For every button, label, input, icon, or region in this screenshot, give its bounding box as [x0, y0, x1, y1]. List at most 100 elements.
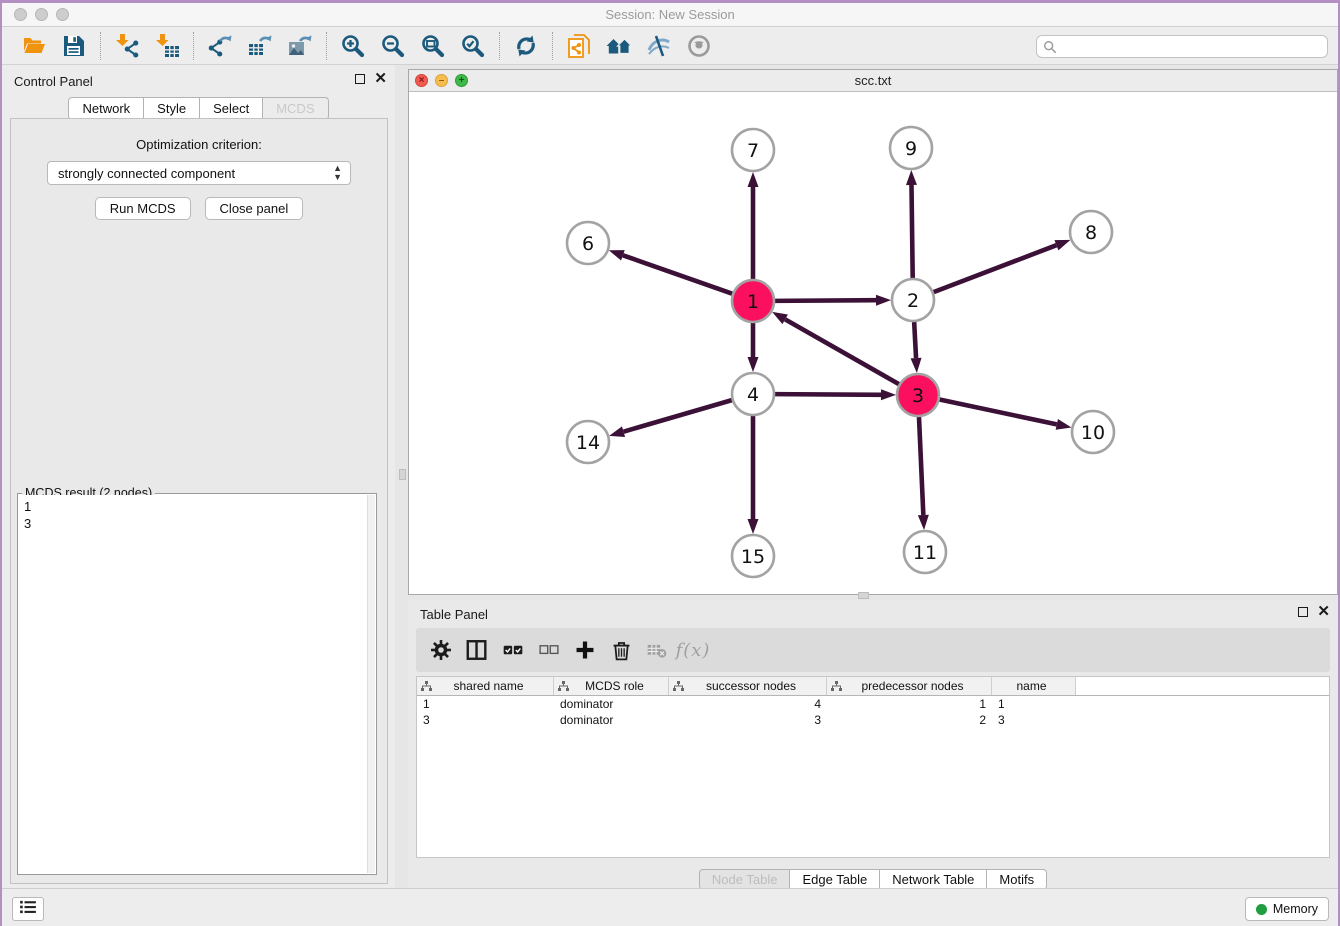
node-table: shared nameMCDS rolesuccessor nodesprede… [416, 676, 1330, 858]
save-session-icon[interactable] [54, 31, 94, 61]
run-mcds-button[interactable]: Run MCDS [95, 197, 191, 220]
splitter-grip-vertical[interactable] [399, 469, 406, 480]
mcds-result-item: 1 [24, 498, 362, 515]
graph-node-8[interactable]: 8 [1070, 211, 1112, 253]
first-neighbors-icon[interactable] [599, 31, 639, 61]
memory-label: Memory [1273, 902, 1318, 916]
graph-node-14[interactable]: 14 [567, 421, 609, 463]
graph-edge-2-8[interactable] [934, 240, 1071, 292]
control-panel-title: Control Panel [14, 74, 93, 89]
add-column-icon[interactable] [570, 635, 600, 665]
hide-selected-icon[interactable] [639, 31, 679, 61]
toolbar-separator [326, 32, 327, 60]
column-header-MCDS-role[interactable]: MCDS role [554, 677, 669, 695]
main-toolbar [2, 27, 1338, 65]
splitter-grip-horizontal[interactable] [858, 592, 869, 599]
refresh-layout-icon[interactable] [506, 31, 546, 61]
table-cell: 1 [992, 696, 1076, 712]
graph-node-6[interactable]: 6 [567, 222, 609, 264]
zoom-out-icon[interactable] [373, 31, 413, 61]
show-columns-icon[interactable] [462, 635, 492, 665]
graph-node-9[interactable]: 9 [890, 127, 932, 169]
export-image-icon[interactable] [280, 31, 320, 61]
window-title: Session: New Session [2, 7, 1338, 22]
table-row[interactable]: 1dominator411 [417, 696, 1329, 712]
graph-edge-1-2[interactable] [775, 295, 891, 306]
svg-text:7: 7 [747, 140, 759, 162]
network-canvas[interactable]: 7 9 6 8 1 2 4 3 14 10 15 11 [409, 92, 1337, 594]
zoom-selected-icon[interactable] [453, 31, 493, 61]
float-panel-icon[interactable] [355, 74, 365, 84]
tab-style[interactable]: Style [144, 97, 200, 120]
svg-text:1: 1 [747, 291, 759, 313]
export-table-icon[interactable] [240, 31, 280, 61]
graph-node-3[interactable]: 3 [897, 374, 939, 416]
graph-node-10[interactable]: 10 [1072, 411, 1114, 453]
export-network-icon[interactable] [200, 31, 240, 61]
graph-edge-3-11[interactable] [918, 417, 929, 530]
settings-gear-icon[interactable] [426, 635, 456, 665]
delete-rows-icon[interactable] [606, 635, 636, 665]
table-row[interactable]: 3dominator323 [417, 712, 1329, 728]
import-table-icon[interactable] [147, 31, 187, 61]
graph-edge-4-14[interactable] [609, 400, 732, 437]
optimization-criterion-select[interactable]: strongly connected component ▲▼ [47, 161, 351, 185]
tab-select[interactable]: Select [200, 97, 263, 120]
zoom-in-icon[interactable] [333, 31, 373, 61]
graph-node-2[interactable]: 2 [892, 279, 934, 321]
graph-edge-3-1[interactable] [772, 312, 899, 384]
open-file-icon[interactable] [14, 31, 54, 61]
graph-edge-3-10[interactable] [940, 400, 1072, 430]
graph-edge-2-3[interactable] [911, 322, 922, 373]
tab-mcds[interactable]: MCDS [263, 97, 328, 120]
tab-network-table[interactable]: Network Table [880, 869, 987, 890]
select-all-columns-icon[interactable] [498, 635, 528, 665]
svg-text:4: 4 [747, 384, 759, 406]
application-window: Session: New Session Control Panel ✕ Net… [0, 0, 1340, 926]
svg-text:8: 8 [1085, 222, 1097, 244]
clone-network-icon[interactable] [559, 31, 599, 61]
graph-node-15[interactable]: 15 [732, 535, 774, 577]
zoom-fit-icon[interactable] [413, 31, 453, 61]
graph-node-11[interactable]: 11 [904, 531, 946, 573]
tab-network[interactable]: Network [68, 97, 144, 120]
svg-text:2: 2 [907, 290, 919, 312]
tab-motifs[interactable]: Motifs [987, 869, 1047, 890]
column-header-successor-nodes[interactable]: successor nodes [669, 677, 827, 695]
column-header-name[interactable]: name [992, 677, 1076, 695]
graph-edge-4-3[interactable] [775, 389, 896, 400]
close-panel-icon[interactable]: ✕ [374, 74, 387, 84]
task-history-button[interactable] [12, 897, 44, 921]
unselect-all-columns-icon[interactable] [534, 635, 564, 665]
close-table-panel-icon[interactable]: ✕ [1317, 607, 1330, 617]
tab-node-table[interactable]: Node Table [699, 869, 791, 890]
mcds-result-list[interactable]: 13 [19, 495, 367, 873]
optimization-criterion-label: Optimization criterion: [11, 137, 387, 152]
search-field[interactable] [1036, 35, 1328, 58]
tab-edge-table[interactable]: Edge Table [790, 869, 880, 890]
table-cell: 3 [992, 712, 1076, 728]
close-panel-button[interactable]: Close panel [205, 197, 304, 220]
float-table-panel-icon[interactable] [1298, 607, 1308, 617]
table-cell: 3 [669, 712, 827, 728]
graph-node-7[interactable]: 7 [732, 129, 774, 171]
import-network-icon[interactable] [107, 31, 147, 61]
memory-button[interactable]: Memory [1245, 897, 1329, 921]
result-scrollbar[interactable] [367, 495, 375, 873]
chevron-up-down-icon: ▲▼ [333, 164, 342, 182]
column-header-predecessor-nodes[interactable]: predecessor nodes [827, 677, 992, 695]
search-input[interactable] [1057, 36, 1327, 57]
table-cell: 2 [827, 712, 992, 728]
graph-edge-4-15[interactable] [748, 416, 759, 534]
table-toolbar: f(x) [416, 628, 1330, 672]
column-header-shared-name[interactable]: shared name [417, 677, 554, 695]
show-all-icon [679, 31, 719, 61]
graph-edge-1-6[interactable] [609, 250, 732, 294]
graph-node-4[interactable]: 4 [732, 373, 774, 415]
table-panel-header: Table Panel ✕ [408, 600, 1338, 628]
graph-edge-1-7[interactable] [748, 172, 759, 279]
list-icon [19, 900, 37, 919]
graph-node-1[interactable]: 1 [732, 280, 774, 322]
graph-edge-1-4[interactable] [748, 323, 759, 372]
graph-edge-2-9[interactable] [906, 170, 917, 278]
